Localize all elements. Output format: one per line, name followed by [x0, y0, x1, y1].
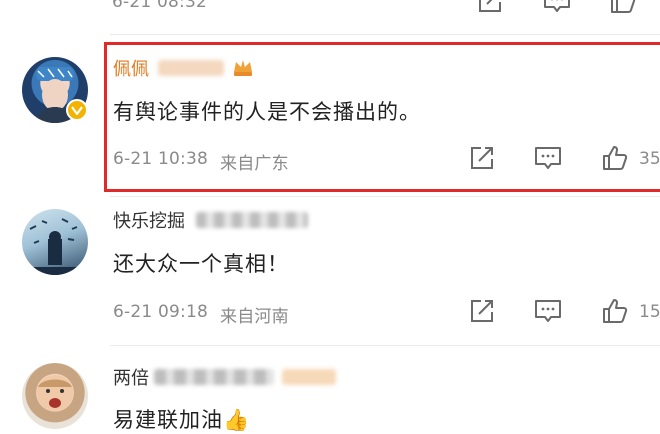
redacted-username-part	[282, 369, 336, 385]
avatar[interactable]	[22, 209, 88, 275]
redacted-username-part	[154, 369, 274, 385]
comment-username[interactable]: 两倍	[113, 364, 149, 390]
comment-icon[interactable]	[542, 0, 572, 16]
comment-content: 还大众一个真相！	[113, 248, 289, 278]
share-icon[interactable]	[467, 296, 497, 326]
verified-badge-icon	[66, 99, 88, 121]
highlight-box	[104, 42, 660, 192]
divider	[110, 196, 660, 197]
comment-icon[interactable]	[533, 296, 563, 326]
share-icon[interactable]	[475, 0, 505, 16]
redacted-username-part	[196, 212, 308, 228]
comment-timestamp: 6-21 08:32	[112, 0, 207, 12]
avatar[interactable]	[22, 363, 88, 429]
comment-location: 来自河南	[220, 302, 289, 327]
comment-username[interactable]: 快乐挖掘	[113, 207, 185, 233]
divider	[110, 34, 660, 35]
comment-content: 易建联加油👍	[113, 404, 250, 434]
like-icon[interactable]	[608, 0, 638, 16]
divider	[110, 345, 660, 346]
comment-timestamp: 6-21 09:18	[113, 302, 208, 322]
like-count: 15	[639, 302, 660, 322]
like-icon[interactable]	[600, 296, 630, 326]
